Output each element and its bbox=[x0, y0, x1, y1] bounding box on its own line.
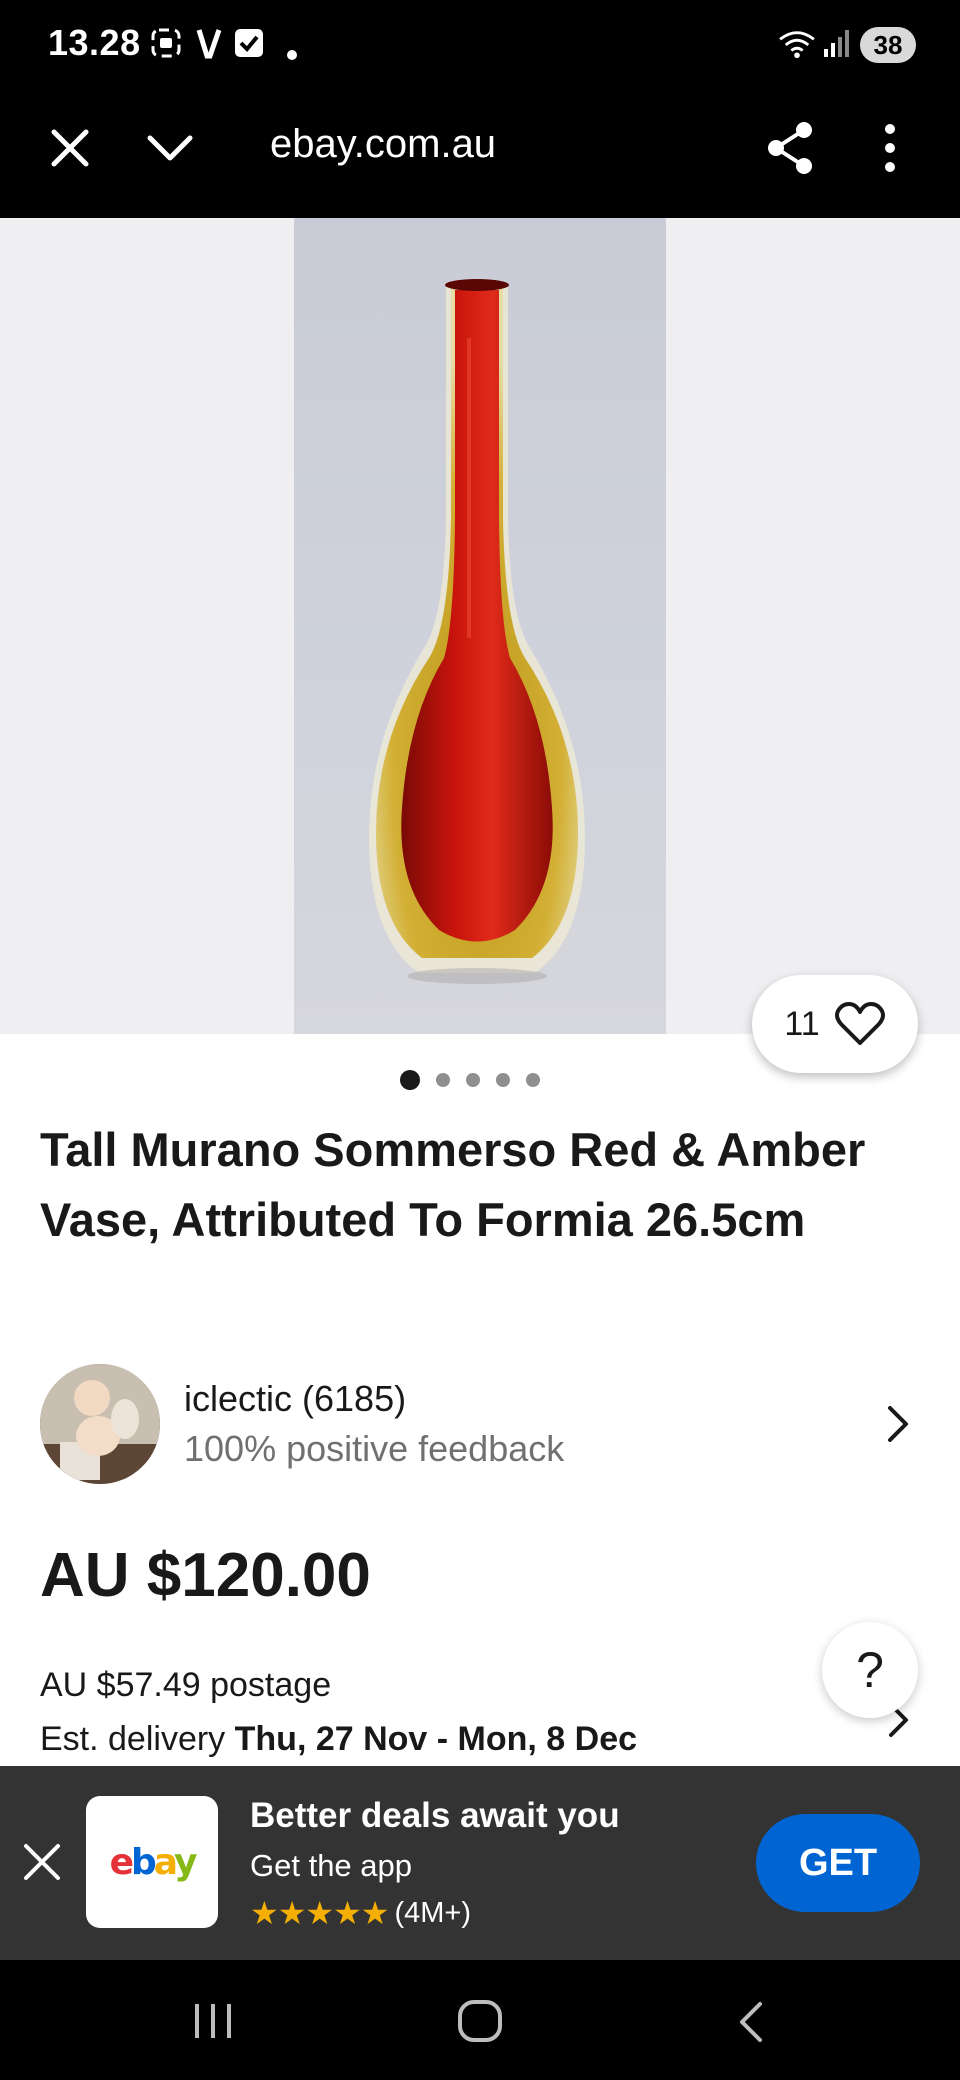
pagination-dot[interactable] bbox=[466, 1073, 480, 1087]
rating-count: (4M+) bbox=[394, 1896, 471, 1929]
pagination-dot[interactable] bbox=[526, 1073, 540, 1087]
delivery-label: Est. delivery bbox=[40, 1720, 226, 1758]
seller-row[interactable]: iclectic (6185) 100% positive feedback bbox=[0, 1360, 960, 1490]
browser-toolbar: ebay.com.au bbox=[0, 90, 960, 218]
watchers-count: 11 bbox=[784, 1004, 820, 1043]
logo-a: a bbox=[153, 1841, 177, 1883]
seller-feedback: 100% positive feedback bbox=[184, 1428, 565, 1469]
chevron-down-icon[interactable] bbox=[146, 128, 194, 168]
app-install-banner: ebay Better deals await you Get the app … bbox=[0, 1766, 960, 1960]
back-icon[interactable] bbox=[734, 2000, 766, 2044]
chevron-right-icon[interactable] bbox=[884, 1402, 912, 1446]
check-box-icon bbox=[235, 29, 263, 57]
url-text[interactable]: ebay.com.au bbox=[270, 122, 496, 167]
status-time: 13.28 bbox=[48, 22, 141, 63]
pagination-dot[interactable] bbox=[436, 1073, 450, 1087]
image-pagination bbox=[400, 1070, 540, 1090]
logo-e: e bbox=[109, 1841, 134, 1883]
listing-title: Tall Murano Sommerso Red & Amber Vase, A… bbox=[40, 1123, 866, 1246]
banner-subtitle: Get the app bbox=[250, 1848, 413, 1883]
app-rating: ★★★★★ (4M+) bbox=[250, 1894, 471, 1932]
postage-cost: AU $57.49 postage bbox=[40, 1666, 332, 1704]
heart-icon bbox=[834, 1002, 885, 1045]
price: AU $120.00 bbox=[40, 1541, 371, 1610]
logo-y: y bbox=[173, 1841, 198, 1883]
v-app-icon bbox=[196, 29, 222, 59]
notification-dot-icon bbox=[287, 50, 297, 60]
help-button[interactable]: ? bbox=[822, 1622, 918, 1718]
product-image-gallery[interactable] bbox=[0, 218, 960, 1034]
status-bar: 13.28 38 bbox=[0, 0, 960, 90]
avatar-image bbox=[40, 1364, 160, 1484]
pagination-dot[interactable] bbox=[400, 1070, 420, 1090]
battery-indicator: 38 bbox=[860, 27, 916, 63]
pagination-dot[interactable] bbox=[496, 1073, 510, 1087]
screenshot-icon bbox=[151, 28, 181, 58]
watch-button[interactable]: 11 bbox=[752, 975, 918, 1073]
vase-image bbox=[369, 279, 585, 984]
close-icon[interactable] bbox=[48, 126, 92, 170]
seller-avatar bbox=[40, 1364, 160, 1484]
delivery-dates: Thu, 27 Nov - Mon, 8 Dec bbox=[234, 1720, 638, 1758]
seller-name[interactable]: iclectic (6185) bbox=[184, 1378, 406, 1420]
ebay-logo: ebay bbox=[86, 1796, 218, 1928]
logo-b: b bbox=[130, 1841, 157, 1883]
system-navigation-bar bbox=[0, 1960, 960, 2080]
banner-close-icon[interactable] bbox=[20, 1840, 64, 1884]
more-options-icon[interactable] bbox=[876, 122, 904, 174]
home-icon[interactable] bbox=[456, 1998, 504, 2044]
product-photo[interactable] bbox=[294, 218, 666, 1034]
wifi-icon bbox=[779, 31, 815, 59]
estimated-delivery: Est. delivery Thu, 27 Nov - Mon, 8 Dec bbox=[40, 1720, 637, 1759]
star-rating-icon: ★★★★★ bbox=[250, 1895, 389, 1931]
banner-title: Better deals await you bbox=[250, 1796, 620, 1835]
share-icon[interactable] bbox=[764, 120, 816, 176]
signal-icon bbox=[824, 30, 849, 57]
get-app-button[interactable]: GET bbox=[756, 1814, 920, 1912]
recent-apps-icon[interactable] bbox=[190, 2000, 236, 2042]
